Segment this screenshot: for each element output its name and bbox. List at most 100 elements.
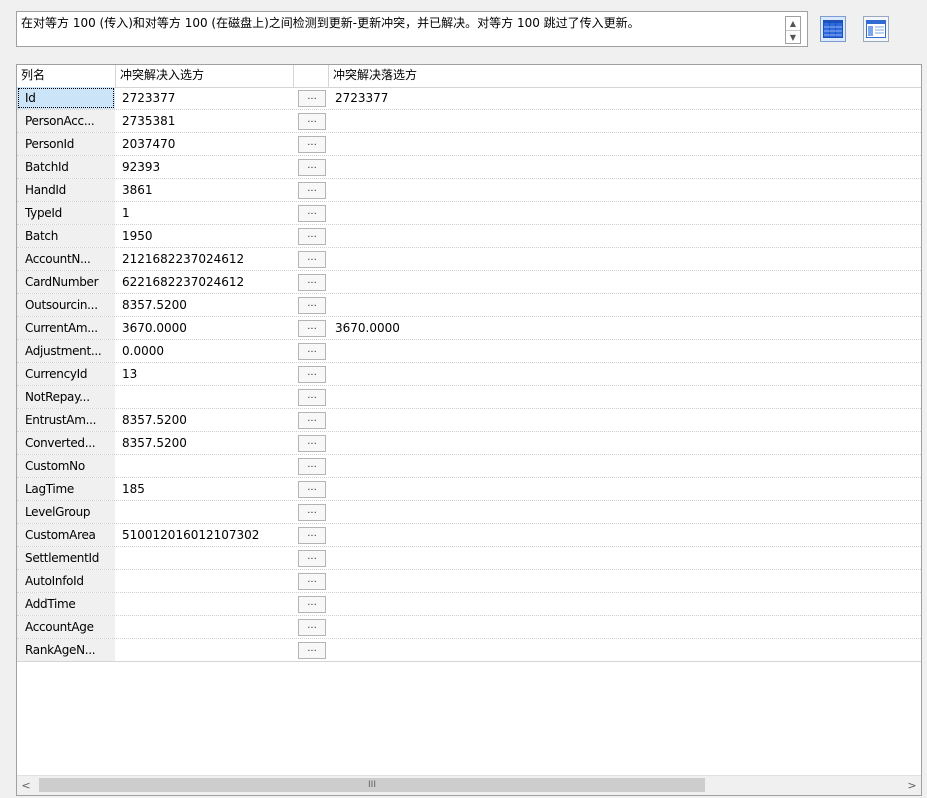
row-incoming-value[interactable] xyxy=(116,386,294,408)
row-losing-value[interactable] xyxy=(329,110,629,132)
row-losing-value[interactable]: 3670.0000 xyxy=(329,317,629,339)
ellipsis-button[interactable]: ... xyxy=(298,320,326,337)
scroll-right-icon[interactable]: > xyxy=(903,776,921,795)
row-column-name[interactable]: NotRepay... xyxy=(17,386,115,408)
row-losing-value[interactable] xyxy=(329,179,629,201)
table-row[interactable]: AddTime... xyxy=(17,593,921,616)
table-row[interactable]: Converted... 8357.5200... xyxy=(17,432,921,455)
ellipsis-button[interactable]: ... xyxy=(298,297,326,314)
row-losing-value[interactable] xyxy=(329,363,629,385)
row-column-name[interactable]: LevelGroup xyxy=(17,501,115,523)
horizontal-scrollbar[interactable]: < III > xyxy=(17,775,921,795)
row-incoming-value[interactable]: 0.0000 xyxy=(116,340,294,362)
table-view-button[interactable] xyxy=(863,16,889,42)
ellipsis-button[interactable]: ... xyxy=(298,274,326,291)
table-row[interactable]: TypeId 1... xyxy=(17,202,921,225)
table-row[interactable]: SettlementId... xyxy=(17,547,921,570)
ellipsis-button[interactable]: ... xyxy=(298,504,326,521)
table-row[interactable]: Id 2723377... 2723377 xyxy=(17,87,921,110)
ellipsis-button[interactable]: ... xyxy=(298,389,326,406)
row-losing-value[interactable] xyxy=(329,340,629,362)
row-losing-value[interactable] xyxy=(329,202,629,224)
table-row[interactable]: CurrentAm... 3670.0000... 3670.0000 xyxy=(17,317,921,340)
row-losing-value[interactable] xyxy=(329,225,629,247)
row-losing-value[interactable] xyxy=(329,570,629,592)
ellipsis-button[interactable]: ... xyxy=(298,481,326,498)
row-incoming-value[interactable]: 8357.5200 xyxy=(116,409,294,431)
row-incoming-value[interactable] xyxy=(116,593,294,615)
ellipsis-button[interactable]: ... xyxy=(298,113,326,130)
row-incoming-value[interactable]: 8357.5200 xyxy=(116,432,294,454)
row-losing-value[interactable] xyxy=(329,616,629,638)
row-losing-value[interactable] xyxy=(329,524,629,546)
ellipsis-button[interactable]: ... xyxy=(298,343,326,360)
message-scroll-spinner[interactable]: ▲ ▼ xyxy=(785,16,801,44)
ellipsis-button[interactable]: ... xyxy=(298,366,326,383)
row-column-name[interactable]: AccountAge xyxy=(17,616,115,638)
row-column-name[interactable]: HandId xyxy=(17,179,115,201)
scroll-down-icon[interactable]: ▼ xyxy=(786,31,800,44)
table-row[interactable]: Batch 1950... xyxy=(17,225,921,248)
scroll-up-icon[interactable]: ▲ xyxy=(786,17,800,31)
ellipsis-button[interactable]: ... xyxy=(298,159,326,176)
row-losing-value[interactable] xyxy=(329,271,629,293)
row-incoming-value[interactable]: 1 xyxy=(116,202,294,224)
row-column-name[interactable]: CustomNo xyxy=(17,455,115,477)
row-incoming-value[interactable]: 3861 xyxy=(116,179,294,201)
table-row[interactable]: HandId 3861... xyxy=(17,179,921,202)
table-row[interactable]: AutoInfoId... xyxy=(17,570,921,593)
row-incoming-value[interactable] xyxy=(116,501,294,523)
row-losing-value[interactable] xyxy=(329,501,629,523)
table-row[interactable]: Adjustment... 0.0000... xyxy=(17,340,921,363)
ellipsis-button[interactable]: ... xyxy=(298,573,326,590)
table-row[interactable]: CurrencyId 13... xyxy=(17,363,921,386)
ellipsis-button[interactable]: ... xyxy=(298,251,326,268)
ellipsis-button[interactable]: ... xyxy=(298,527,326,544)
row-incoming-value[interactable] xyxy=(116,455,294,477)
row-incoming-value[interactable]: 510012016012107302 xyxy=(116,524,294,546)
row-column-name[interactable]: Id xyxy=(17,87,115,109)
table-row[interactable]: LagTime 185... xyxy=(17,478,921,501)
row-incoming-value[interactable] xyxy=(116,639,294,661)
row-incoming-value[interactable]: 2723377 xyxy=(116,87,294,109)
ellipsis-button[interactable]: ... xyxy=(298,228,326,245)
columns-view-button[interactable] xyxy=(820,16,846,42)
row-column-name[interactable]: SettlementId xyxy=(17,547,115,569)
table-row[interactable]: PersonAcc... 2735381... xyxy=(17,110,921,133)
table-row[interactable]: NotRepay...... xyxy=(17,386,921,409)
row-losing-value[interactable] xyxy=(329,156,629,178)
row-incoming-value[interactable] xyxy=(116,570,294,592)
row-incoming-value[interactable]: 13 xyxy=(116,363,294,385)
row-losing-value[interactable] xyxy=(329,478,629,500)
row-incoming-value[interactable]: 3670.0000 xyxy=(116,317,294,339)
table-row[interactable]: AccountAge... xyxy=(17,616,921,639)
row-column-name[interactable]: CurrencyId xyxy=(17,363,115,385)
ellipsis-button[interactable]: ... xyxy=(298,550,326,567)
row-losing-value[interactable] xyxy=(329,593,629,615)
row-column-name[interactable]: Adjustment... xyxy=(17,340,115,362)
row-column-name[interactable]: EntrustAm... xyxy=(17,409,115,431)
row-column-name[interactable]: LagTime xyxy=(17,478,115,500)
row-losing-value[interactable] xyxy=(329,639,629,661)
ellipsis-button[interactable]: ... xyxy=(298,136,326,153)
row-column-name[interactable]: AutoInfoId xyxy=(17,570,115,592)
row-incoming-value[interactable]: 2037470 xyxy=(116,133,294,155)
table-row[interactable]: CustomNo... xyxy=(17,455,921,478)
ellipsis-button[interactable]: ... xyxy=(298,205,326,222)
table-row[interactable]: RankAgeN...... xyxy=(17,639,921,662)
table-row[interactable]: Outsourcin... 8357.5200... xyxy=(17,294,921,317)
table-row[interactable]: EntrustAm... 8357.5200... xyxy=(17,409,921,432)
row-column-name[interactable]: PersonId xyxy=(17,133,115,155)
row-column-name[interactable]: Outsourcin... xyxy=(17,294,115,316)
ellipsis-button[interactable]: ... xyxy=(298,182,326,199)
ellipsis-button[interactable]: ... xyxy=(298,458,326,475)
row-incoming-value[interactable]: 8357.5200 xyxy=(116,294,294,316)
ellipsis-button[interactable]: ... xyxy=(298,642,326,659)
table-row[interactable]: BatchId 92393... xyxy=(17,156,921,179)
conflict-grid[interactable]: 列名 冲突解决入选方 冲突解决落选方 Id 2723377... 2723377 Pe… xyxy=(16,64,922,796)
row-losing-value[interactable] xyxy=(329,386,629,408)
row-column-name[interactable]: Batch xyxy=(17,225,115,247)
ellipsis-button[interactable]: ... xyxy=(298,596,326,613)
ellipsis-button[interactable]: ... xyxy=(298,90,326,107)
ellipsis-button[interactable]: ... xyxy=(298,435,326,452)
